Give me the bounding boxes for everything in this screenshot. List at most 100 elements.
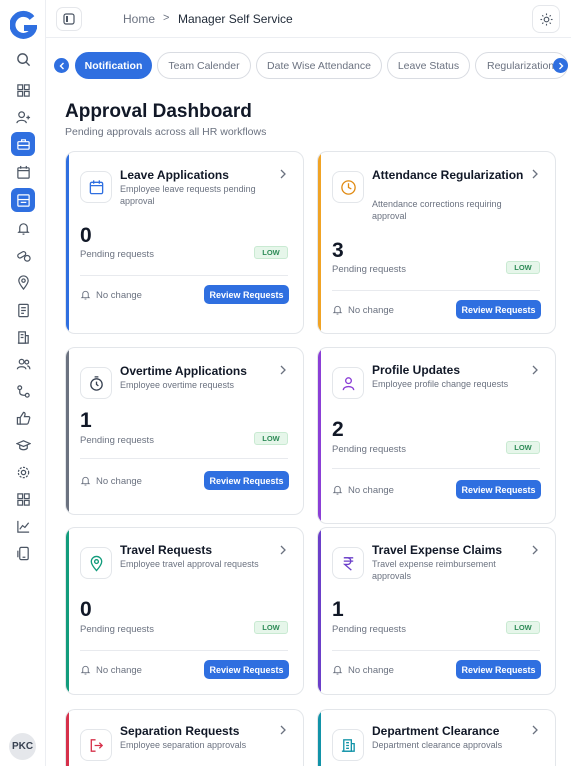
- chevron-right-icon[interactable]: [278, 725, 288, 735]
- building-icon[interactable]: [11, 325, 35, 349]
- device-icon[interactable]: [11, 541, 35, 565]
- pills-icon[interactable]: [11, 243, 35, 267]
- page-subtitle: Pending approvals across all HR workflow…: [65, 126, 267, 138]
- priority-badge: LOW: [506, 441, 540, 454]
- card-separation-requests[interactable]: Separation Requests Employee separation …: [65, 709, 304, 766]
- tab-notification[interactable]: Notification: [75, 52, 152, 79]
- avatar[interactable]: PKC: [9, 733, 36, 760]
- priority-badge: LOW: [254, 621, 288, 634]
- chevron-right-icon[interactable]: [530, 545, 540, 555]
- priority-badge: LOW: [506, 261, 540, 274]
- grid-icon[interactable]: [11, 487, 35, 511]
- card-department-clearance[interactable]: Department Clearance Department clearanc…: [317, 709, 556, 766]
- pending-count: 1: [80, 409, 92, 432]
- priority-badge: LOW: [506, 621, 540, 634]
- tab-team-calender[interactable]: Team Calender: [157, 52, 251, 79]
- chevron-right-icon[interactable]: [278, 365, 288, 375]
- card-leave-applications[interactable]: Leave Applications Employee leave reques…: [65, 151, 304, 334]
- card-travel-requests[interactable]: Travel Requests Employee travel approval…: [65, 527, 304, 695]
- bill-icon[interactable]: [11, 298, 35, 322]
- page-title: Approval Dashboard: [65, 101, 252, 122]
- building-icon: [332, 729, 364, 761]
- card-description: Department clearance approvals: [372, 740, 503, 750]
- priority-badge: LOW: [254, 246, 288, 259]
- review-requests-button[interactable]: Review Requests: [456, 480, 541, 499]
- chevron-right-icon[interactable]: [530, 169, 540, 179]
- review-requests-button[interactable]: Review Requests: [204, 660, 289, 679]
- chevron-right-icon[interactable]: [278, 545, 288, 555]
- card-divider: [332, 468, 540, 469]
- chart-icon[interactable]: [11, 514, 35, 538]
- review-requests-button[interactable]: Review Requests: [204, 471, 289, 490]
- rupee-icon: [332, 547, 364, 579]
- briefcase-icon[interactable]: [11, 132, 35, 156]
- breadcrumb-current: Manager Self Service: [178, 12, 293, 26]
- pending-label: Pending requests: [332, 444, 406, 455]
- stopwatch-icon: [80, 367, 112, 399]
- inbox-icon[interactable]: [11, 188, 35, 212]
- card-title: Overtime Applications: [120, 364, 247, 378]
- bell-icon: [80, 476, 91, 486]
- review-requests-button[interactable]: Review Requests: [456, 660, 541, 679]
- bell-icon[interactable]: [11, 216, 35, 240]
- card-overtime-applications[interactable]: Overtime Applications Employee overtime …: [65, 347, 304, 515]
- tabs-scroll-left-button[interactable]: [54, 58, 69, 73]
- tab-bar: Notification Team Calender Date Wise Att…: [46, 52, 571, 79]
- card-title: Travel Requests: [120, 543, 213, 557]
- review-requests-button[interactable]: Review Requests: [204, 285, 289, 304]
- bell-icon: [332, 485, 343, 495]
- bell-icon: [332, 665, 343, 675]
- settings-icon[interactable]: [11, 460, 35, 484]
- pending-label: Pending requests: [80, 249, 154, 260]
- team-icon[interactable]: [11, 352, 35, 376]
- card-title: Department Clearance: [372, 724, 500, 738]
- calendar-icon[interactable]: [11, 160, 35, 184]
- chevron-right-icon[interactable]: [530, 725, 540, 735]
- dashboard-icon[interactable]: [11, 78, 35, 102]
- logo-icon[interactable]: [10, 10, 37, 40]
- thumbs-up-icon[interactable]: [11, 406, 35, 430]
- chevron-right-icon: [558, 62, 563, 69]
- card-divider: [80, 650, 288, 651]
- priority-badge: LOW: [254, 432, 288, 445]
- chevron-right-icon[interactable]: [530, 365, 540, 375]
- sidebar-toggle-button[interactable]: [56, 7, 82, 31]
- card-accent: [318, 710, 321, 766]
- theme-toggle-button[interactable]: [532, 5, 560, 33]
- card-description: Employee separation approvals: [120, 740, 247, 750]
- bell-icon: [80, 665, 91, 675]
- sun-icon: [539, 12, 553, 26]
- change-status: No change: [348, 665, 394, 676]
- card-divider: [332, 650, 540, 651]
- exit-icon: [80, 729, 112, 761]
- card-attendance-regularization[interactable]: Attendance Regularization Attendance cor…: [317, 151, 556, 334]
- card-accent: [66, 152, 69, 333]
- change-status: No change: [96, 665, 142, 676]
- tabs-scroll-right-button[interactable]: [553, 58, 568, 73]
- graduation-cap-icon[interactable]: [11, 433, 35, 457]
- location-icon[interactable]: [11, 270, 35, 294]
- pending-label: Pending requests: [332, 624, 406, 635]
- card-description: Travel expense reimbursement approvals: [372, 559, 496, 581]
- tab-date-wise-attendance[interactable]: Date Wise Attendance: [256, 52, 382, 79]
- search-icon[interactable]: [11, 47, 35, 71]
- breadcrumb-separator: >: [163, 12, 170, 24]
- card-title: Separation Requests: [120, 724, 240, 738]
- card-title: Travel Expense Claims: [372, 543, 503, 557]
- card-profile-updates[interactable]: Profile Updates Employee profile change …: [317, 347, 556, 524]
- card-description: Employee leave requests pending approval: [120, 184, 256, 206]
- pending-label: Pending requests: [80, 435, 154, 446]
- add-user-icon[interactable]: [11, 105, 35, 129]
- breadcrumb-home[interactable]: Home: [123, 12, 155, 26]
- card-travel-expense-claims[interactable]: Travel Expense Claims Travel expense rei…: [317, 527, 556, 695]
- review-requests-button[interactable]: Review Requests: [456, 300, 541, 319]
- sidebar-toggle-icon: [63, 13, 75, 25]
- card-accent: [66, 528, 69, 694]
- card-description: Employee profile change requests: [372, 379, 509, 389]
- change-status: No change: [96, 290, 142, 301]
- user-icon: [332, 367, 364, 399]
- tab-leave-status[interactable]: Leave Status: [387, 52, 470, 79]
- route-icon[interactable]: [11, 379, 35, 403]
- top-header: Home > Manager Self Service: [46, 0, 571, 38]
- chevron-right-icon[interactable]: [278, 169, 288, 179]
